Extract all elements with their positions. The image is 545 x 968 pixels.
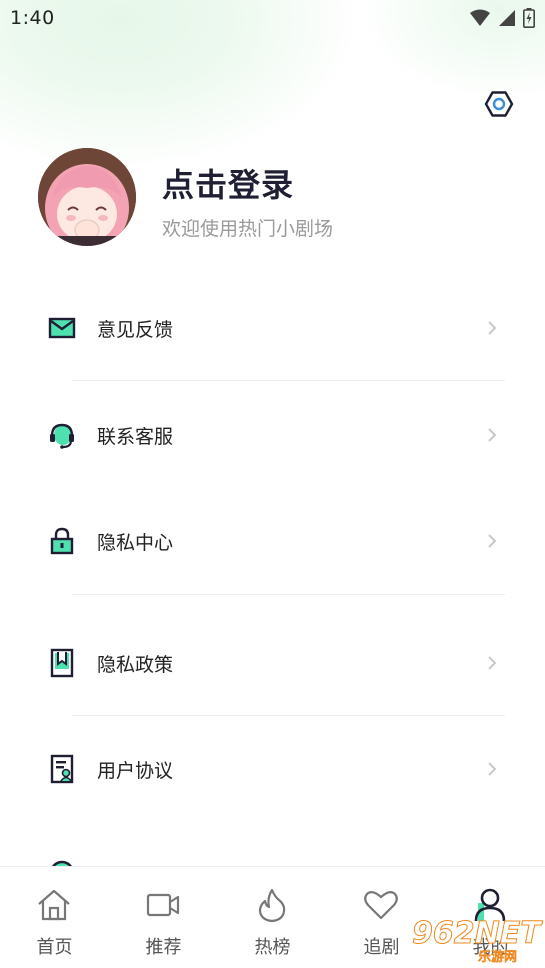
nav-label: 首页 <box>36 937 73 958</box>
menu-item-customer-service[interactable]: 联系客服 <box>0 395 545 475</box>
bookmark-doc-icon <box>48 648 76 678</box>
chevron-right-icon <box>488 534 497 548</box>
watermark-subtext: 乐游网 <box>478 950 518 965</box>
heart-icon <box>361 885 401 925</box>
video-icon <box>143 885 183 925</box>
battery-charging-icon <box>523 8 535 28</box>
settings-button[interactable] <box>483 88 515 120</box>
menu-item-user-agreement[interactable]: 用户协议 <box>0 729 545 809</box>
headset-icon <box>48 421 76 449</box>
login-subtitle: 欢迎使用热门小剧场 <box>162 218 334 240</box>
status-icons <box>469 8 535 28</box>
lock-icon <box>48 527 76 555</box>
chevron-right-icon <box>488 762 497 776</box>
divider <box>72 715 505 716</box>
status-time: 1:40 <box>10 7 55 29</box>
menu-item-label: 联系客服 <box>97 425 174 448</box>
login-title[interactable]: 点击登录 <box>162 160 294 206</box>
menu-item-label: 隐私中心 <box>97 531 174 554</box>
chevron-right-icon <box>488 656 497 670</box>
divider <box>72 594 505 595</box>
divider <box>72 380 505 381</box>
menu-item-label: 隐私政策 <box>97 653 174 676</box>
watermark-logo: 962NET 乐游网 <box>406 916 545 968</box>
watermark-text: 962NET <box>412 916 542 952</box>
signal-icon <box>499 10 515 26</box>
menu-item-privacy-policy[interactable]: 隐私政策 <box>0 623 545 703</box>
menu-item-privacy-center[interactable]: 隐私中心 <box>0 501 545 581</box>
profile-section: 点击登录 欢迎使用热门小剧场 <box>38 148 508 248</box>
flame-icon <box>252 885 292 925</box>
menu-item-label: 用户协议 <box>97 759 174 782</box>
avatar[interactable] <box>38 148 136 246</box>
mail-icon <box>48 314 76 342</box>
nav-tab-home[interactable]: 首页 <box>0 867 109 968</box>
menu-item-feedback[interactable]: 意见反馈 <box>0 288 545 368</box>
home-icon <box>34 885 74 925</box>
chevron-right-icon <box>488 321 497 335</box>
status-bar: 1:40 <box>0 0 545 36</box>
nav-tab-recommend[interactable]: 推荐 <box>109 867 218 968</box>
nav-tab-hot[interactable]: 热榜 <box>218 867 327 968</box>
settings-hexagon-icon <box>484 91 514 117</box>
nav-label: 热榜 <box>254 937 291 958</box>
menu-item-label: 意见反馈 <box>97 318 174 341</box>
avatar-image <box>38 148 136 246</box>
wifi-icon <box>470 9 490 26</box>
user-doc-icon <box>48 754 76 784</box>
chevron-right-icon <box>488 428 497 442</box>
nav-label: 推荐 <box>145 937 182 958</box>
